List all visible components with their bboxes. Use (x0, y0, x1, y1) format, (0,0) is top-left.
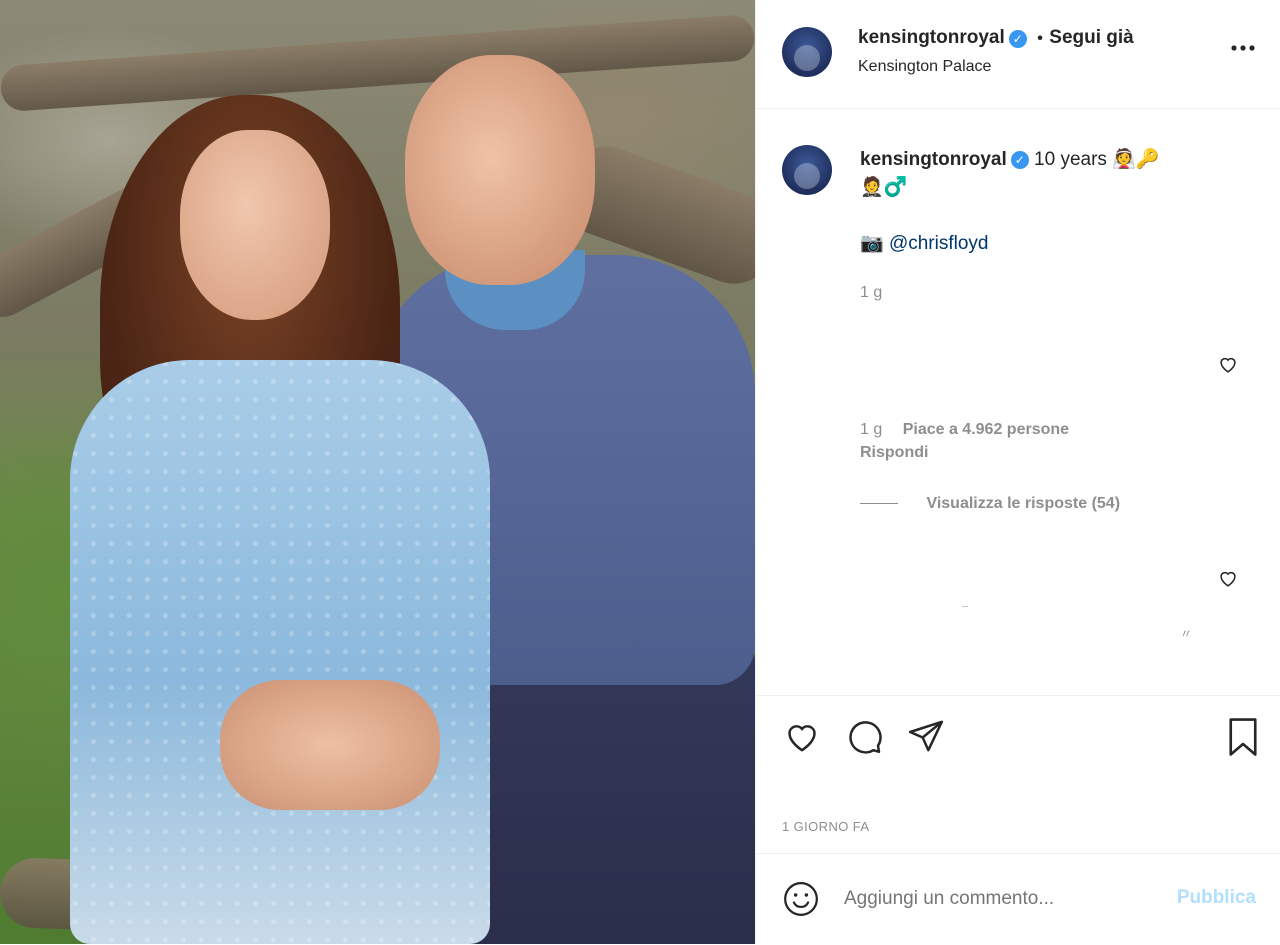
post-photo[interactable] (0, 0, 755, 944)
comments-list[interactable]: kensingtonroyal ✓ 10 years 👰🔑 🤵♂️ 📷 @chri… (756, 109, 1280, 695)
emoji-smiley-icon[interactable] (782, 880, 820, 923)
comment-likes[interactable]: Piace a 4.962 persone (903, 421, 1069, 438)
replies-divider (860, 503, 898, 505)
comment-fragment (962, 606, 968, 607)
comment-age[interactable]: 1 g (860, 421, 882, 438)
post-timestamp[interactable]: 1 GIORNO FA (782, 819, 869, 834)
comment-input[interactable] (844, 882, 1144, 916)
view-replies-label: Visualizza le risposte (54) (926, 495, 1121, 512)
save-bookmark-icon[interactable] (1224, 716, 1262, 763)
follow-status-button[interactable]: Segui già (1049, 27, 1133, 48)
action-bar: 1 GIORNO FA (756, 695, 1280, 854)
caption-credit: 📷 @chrisfloyd (860, 231, 989, 255)
post-side-panel: kensingtonroyal ✓ • Segui già Kensington … (755, 0, 1280, 944)
more-dots-icon[interactable] (1228, 38, 1258, 58)
man-head (405, 55, 595, 285)
post-header: kensingtonroyal ✓ • Segui già Kensington … (756, 0, 1280, 109)
mention-link[interactable]: @chrisfloyd (889, 233, 989, 254)
post-viewer: kensingtonroyal ✓ • Segui già Kensington … (0, 0, 1280, 944)
caption-line-2: 🤵♂️ (860, 177, 908, 198)
publish-button[interactable]: Pubblica (1177, 887, 1256, 909)
woman-face (180, 130, 330, 320)
comment-bubble-icon[interactable] (844, 716, 884, 761)
comment-meta: 1 g Piace a 4.962 persone (860, 421, 1069, 439)
caption-text: 10 years 👰🔑 (1034, 149, 1160, 170)
woman-dress (70, 360, 490, 944)
comment-composer: Pubblica (756, 853, 1280, 945)
location-link[interactable]: Kensington Palace (858, 58, 991, 76)
comment-fragment: 〃 (1180, 627, 1193, 641)
verified-badge-icon: ✓ (1010, 150, 1029, 169)
comment-like-heart-icon[interactable] (1217, 353, 1239, 375)
reply-button[interactable]: Rispondi (860, 444, 928, 462)
caption-username[interactable]: kensingtonroyal (860, 149, 1007, 170)
held-hands (220, 680, 440, 810)
avatar[interactable] (782, 27, 832, 77)
camera-icon: 📷 (860, 233, 884, 254)
like-heart-icon[interactable] (782, 716, 822, 761)
caption: kensingtonroyal ✓ 10 years 👰🔑 🤵♂️ (860, 146, 1220, 202)
caption-avatar[interactable] (782, 145, 832, 195)
caption-age[interactable]: 1 g (860, 284, 882, 302)
share-paper-plane-icon[interactable] (906, 716, 946, 761)
comment-like-heart-icon[interactable] (1217, 567, 1239, 589)
view-replies-button[interactable]: Visualizza le risposte (54) (860, 495, 1120, 513)
separator-dot: • (1037, 30, 1043, 47)
header-username[interactable]: kensingtonroyal (858, 27, 1005, 48)
header-title-row: kensingtonroyal ✓ • Segui già (858, 27, 1134, 49)
verified-badge-icon: ✓ (1008, 29, 1027, 48)
